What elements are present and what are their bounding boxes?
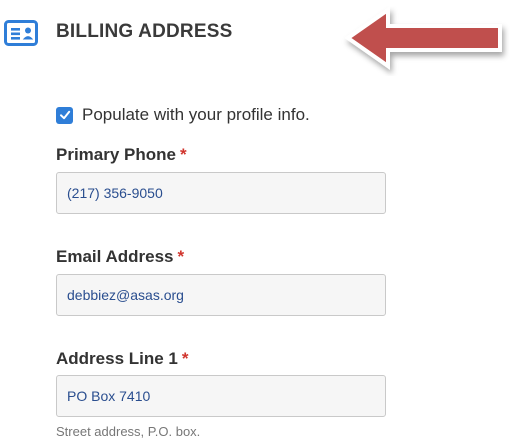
checkmark-icon xyxy=(59,110,70,120)
profile-checkbox-row[interactable]: Populate with your profile info. xyxy=(56,104,310,126)
email-address-input[interactable] xyxy=(56,274,386,316)
profile-checkbox[interactable] xyxy=(56,106,73,124)
email-address-label: Email Address * xyxy=(56,246,184,268)
address-line-1-input[interactable] xyxy=(56,375,386,417)
profile-checkbox-label: Populate with your profile info. xyxy=(82,105,310,124)
address-card-icon xyxy=(4,20,38,46)
primary-phone-label: Primary Phone * xyxy=(56,144,187,166)
primary-phone-input[interactable] xyxy=(56,172,386,214)
required-asterisk: * xyxy=(181,349,189,368)
required-asterisk: * xyxy=(177,247,185,266)
email-address-label-text: Email Address xyxy=(56,247,174,266)
address-line-1-label: Address Line 1 * xyxy=(56,348,189,370)
address-line-1-label-text: Address Line 1 xyxy=(56,349,178,368)
required-asterisk: * xyxy=(180,145,187,164)
section-title: BILLING ADDRESS xyxy=(56,21,233,42)
address-line-1-hint: Street address, P.O. box. xyxy=(56,424,201,439)
primary-phone-label-text: Primary Phone xyxy=(56,145,176,164)
red-arrow-pointer xyxy=(340,6,510,76)
